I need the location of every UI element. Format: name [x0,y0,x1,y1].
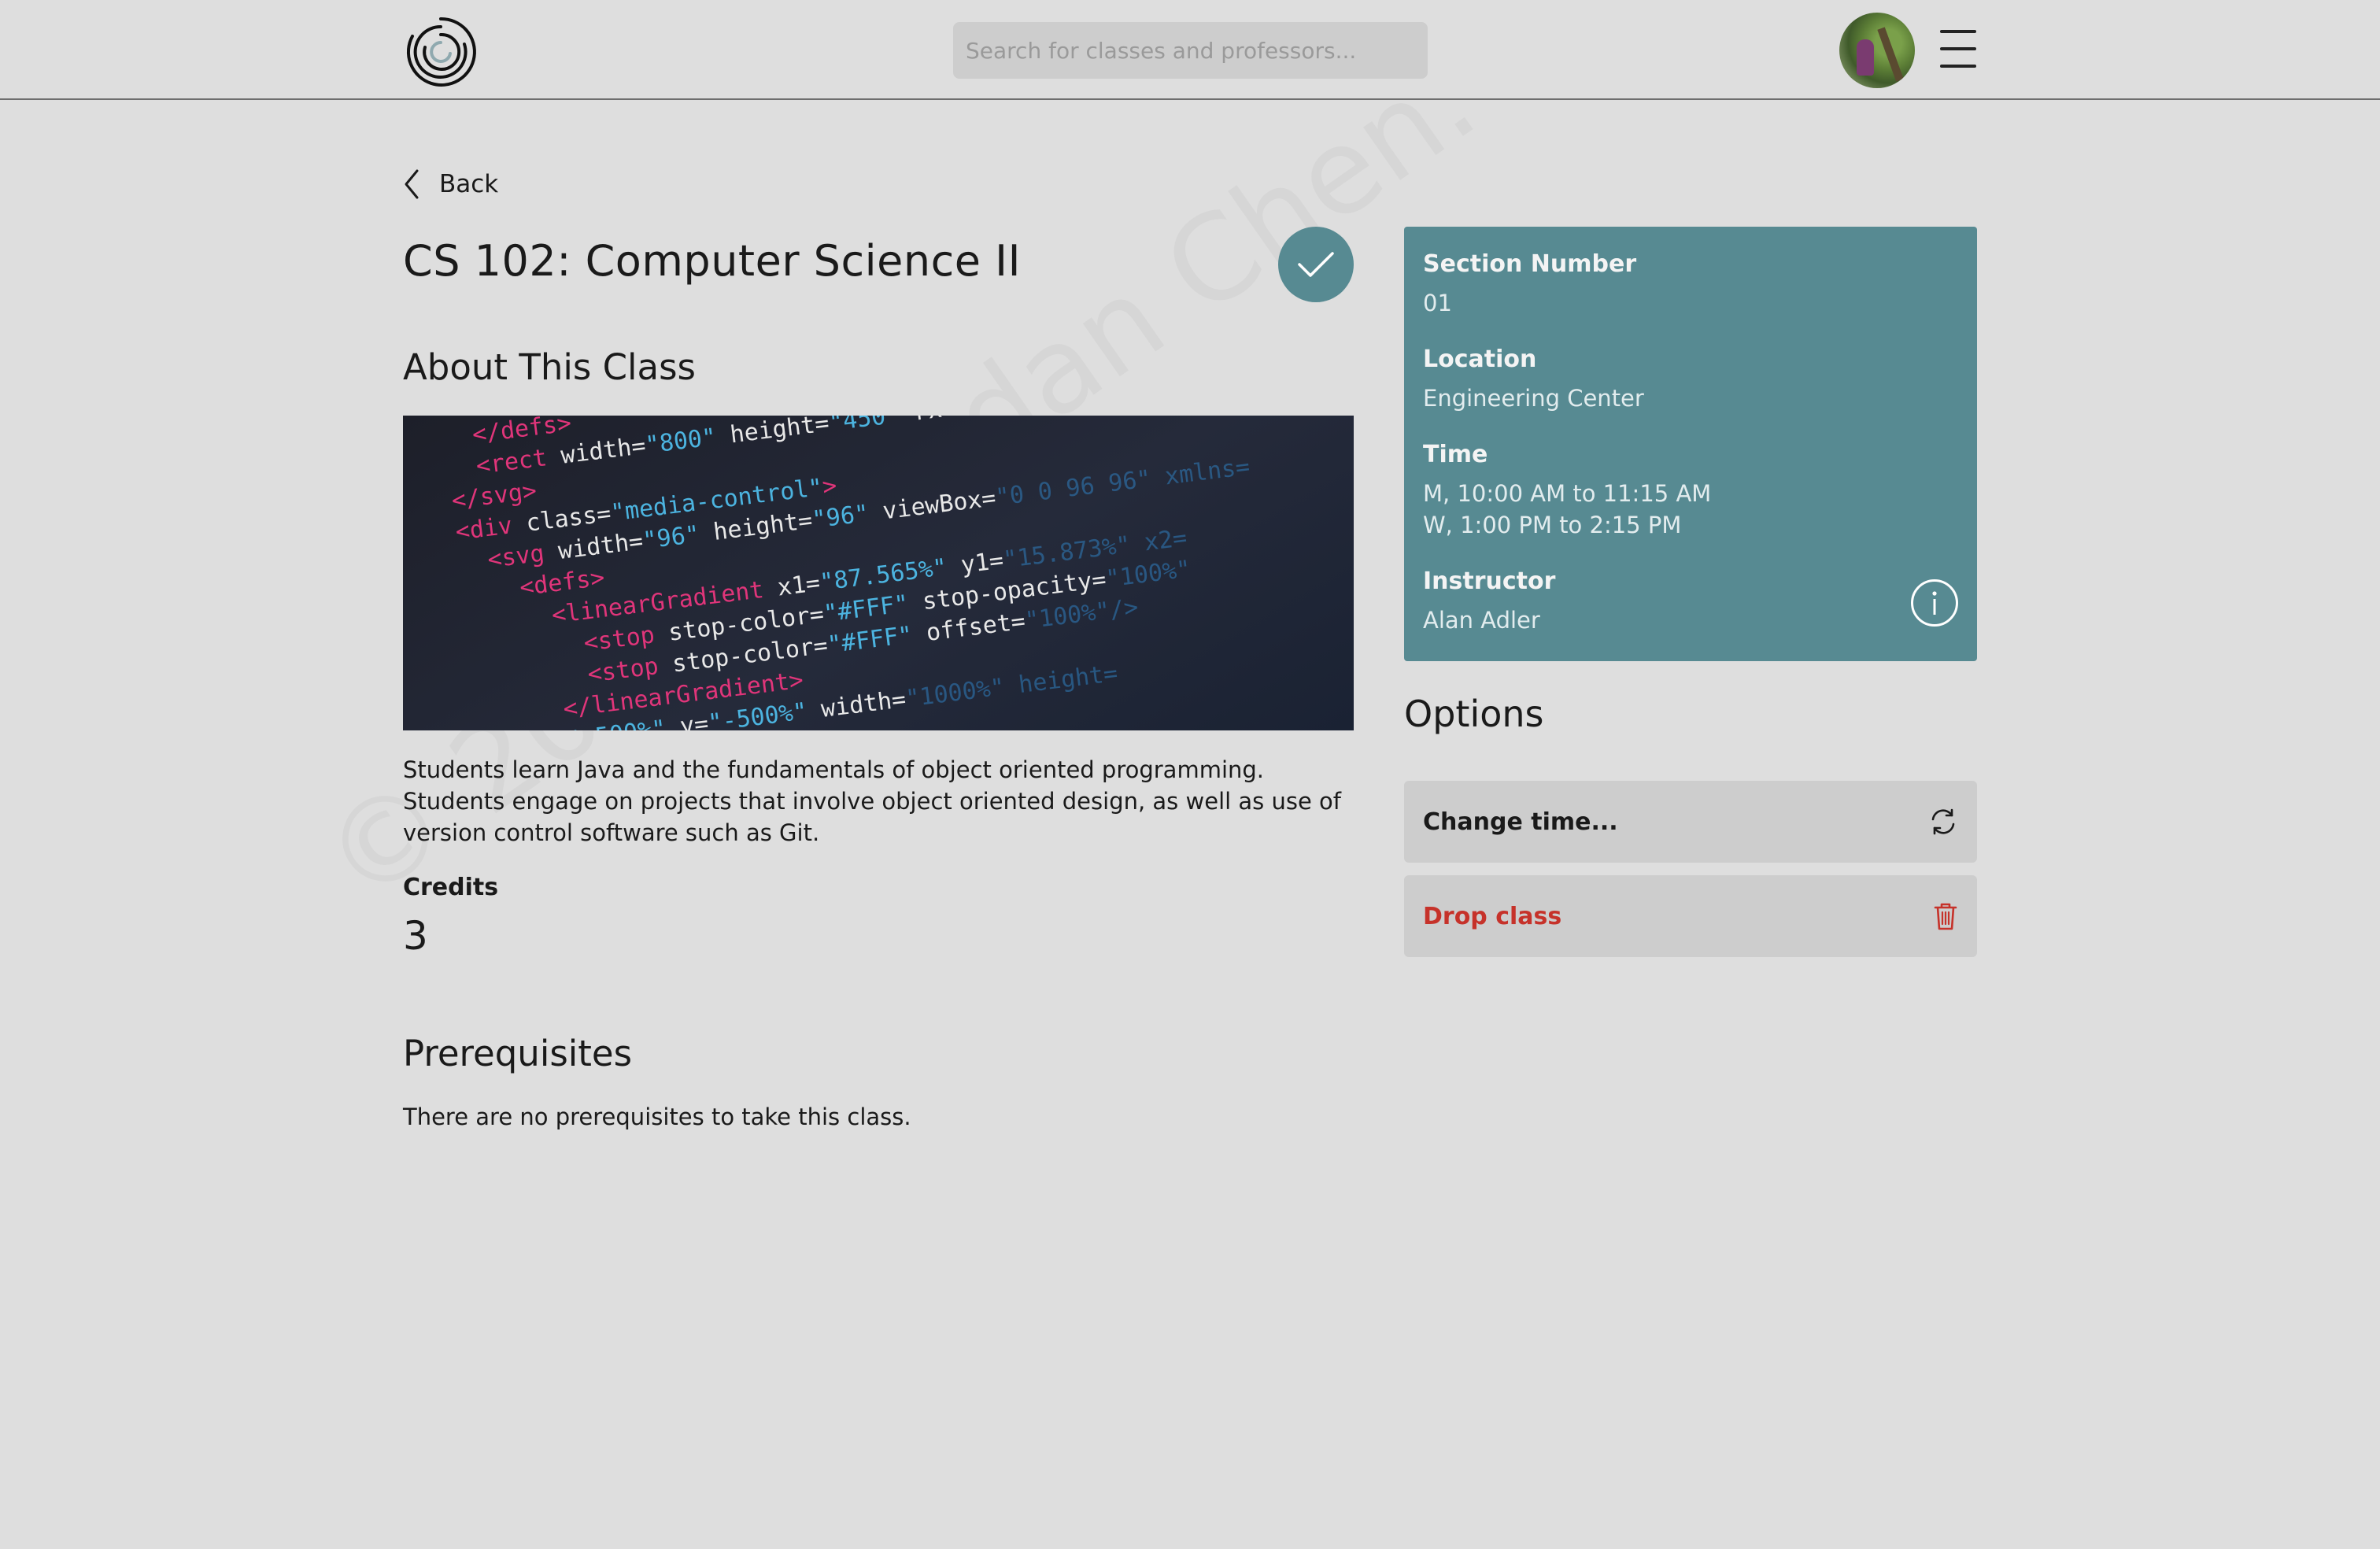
instructor-value: Alan Adler [1423,607,1540,634]
drop-class-button[interactable]: Drop class [1404,875,1977,957]
user-avatar[interactable] [1839,13,1915,88]
refresh-icon [1931,808,1955,835]
section-info-panel: Section Number 01 Location Engineering C… [1404,227,1977,661]
location-value: Engineering Center [1423,385,1644,412]
time-label: Time [1423,441,1488,468]
change-time-label: Change time... [1423,808,1618,836]
about-heading: About This Class [403,346,696,388]
time-line: W, 1:00 PM to 2:15 PM [1423,512,1682,538]
checkmark-icon [1298,252,1334,277]
prerequisites-text: There are no prerequisites to take this … [403,1104,911,1130]
section-number-value: 01 [1423,290,1452,316]
section-number-label: Section Number [1423,250,1637,278]
back-label: Back [439,170,499,198]
concentric-circles-logo-icon[interactable] [401,13,480,91]
chevron-left-icon [405,169,419,199]
top-navigation-bar [0,0,2380,100]
instructor-label: Instructor [1423,567,1556,595]
drop-class-label: Drop class [1423,902,1562,930]
enrolled-check-button[interactable] [1278,227,1354,302]
time-value: M, 10:00 AM to 11:15 AM W, 1:00 PM to 2:… [1423,478,1958,541]
options-heading: Options [1404,693,1544,735]
credits-label: Credits [403,874,499,901]
code-screenshot-image: </defs> <rect width="800" height="450" r… [403,416,1354,730]
time-line: M, 10:00 AM to 11:15 AM [1423,480,1712,507]
avatar-photo-tree [1877,27,1904,82]
search-input[interactable] [966,37,1415,64]
location-label: Location [1423,346,1537,373]
search-bar[interactable] [953,22,1428,79]
course-description: Students learn Java and the fundamentals… [403,756,1342,846]
hamburger-menu-icon[interactable] [1940,30,1976,71]
avatar-photo-person [1857,39,1874,76]
trash-icon [1934,903,1957,930]
prerequisites-heading: Prerequisites [403,1033,633,1074]
back-button[interactable]: Back [403,167,498,201]
change-time-button[interactable]: Change time... [1404,781,1977,863]
credits-value: 3 [403,913,428,959]
info-icon[interactable] [1911,579,1958,627]
page-title: CS 102: Computer Science II [403,236,1022,286]
